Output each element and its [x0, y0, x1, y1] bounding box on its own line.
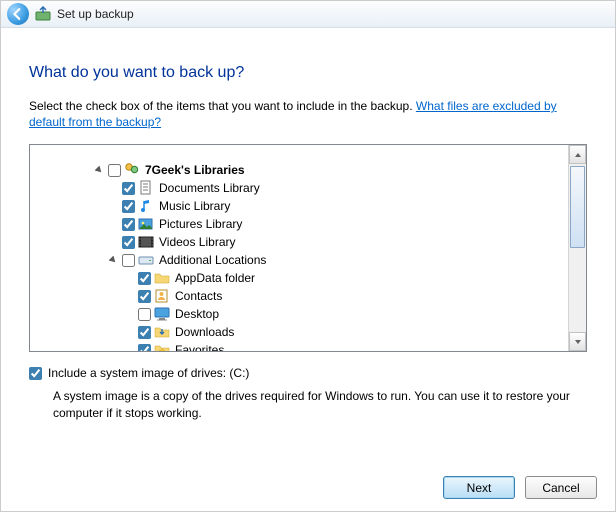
tree-node-documents[interactable]: Documents Library	[94, 179, 568, 197]
tree-label: Additional Locations	[157, 253, 266, 267]
tree-node-additional[interactable]: Additional Locations	[94, 251, 568, 269]
document-icon	[138, 180, 154, 196]
tree-node-music[interactable]: Music Library	[94, 197, 568, 215]
desktop-icon	[154, 306, 170, 322]
scroll-thumb[interactable]	[570, 166, 585, 248]
checkbox-pictures[interactable]	[122, 218, 135, 231]
page-heading: What do you want to back up?	[29, 64, 587, 82]
tree-label: 7Geek's Libraries	[143, 163, 245, 177]
tree-label: Videos Library	[157, 235, 236, 249]
cancel-button[interactable]: Cancel	[525, 476, 597, 499]
tree-label: Desktop	[173, 307, 219, 321]
scroll-down-button[interactable]	[569, 332, 586, 351]
libraries-icon	[124, 162, 140, 178]
pictures-icon	[138, 216, 154, 232]
arrow-left-icon	[12, 8, 24, 20]
tree-label: AppData folder	[173, 271, 255, 285]
tree-node-appdata[interactable]: AppData folder	[94, 269, 568, 287]
tree-label: Downloads	[173, 325, 234, 339]
collapse-icon[interactable]	[94, 166, 105, 175]
backup-app-icon	[35, 6, 51, 22]
music-icon	[138, 198, 154, 214]
tree-label: Documents Library	[157, 181, 260, 195]
checkbox-desktop[interactable]	[138, 308, 151, 321]
intro-text-row: Select the check box of the items that y…	[29, 98, 587, 130]
page-body: What do you want to back up? Select the …	[1, 28, 615, 421]
checkbox-documents[interactable]	[122, 182, 135, 195]
favorites-icon	[154, 342, 170, 351]
tree-label: Music Library	[157, 199, 230, 213]
tree-node-favorites[interactable]: Favorites	[94, 341, 568, 351]
system-image-description: A system image is a copy of the drives r…	[53, 388, 587, 420]
checkbox-additional[interactable]	[122, 254, 135, 267]
drive-icon	[138, 252, 154, 268]
back-button[interactable]	[7, 3, 29, 25]
scroll-up-button[interactable]	[569, 145, 586, 164]
collapse-icon[interactable]	[108, 256, 119, 265]
tree-label: Favorites	[173, 343, 224, 351]
backup-tree: 7Geek's Libraries Documents Library Musi…	[29, 144, 587, 352]
system-image-row: Include a system image of drives: (C:)	[29, 366, 587, 380]
checkbox-videos[interactable]	[122, 236, 135, 249]
checkbox-contacts[interactable]	[138, 290, 151, 303]
titlebar: Set up backup	[1, 1, 615, 28]
tree-label: Contacts	[173, 289, 222, 303]
tree-node-libraries[interactable]: 7Geek's Libraries	[94, 161, 568, 179]
next-button[interactable]: Next	[443, 476, 515, 499]
checkbox-system-image[interactable]	[29, 367, 42, 380]
tree-node-downloads[interactable]: Downloads	[94, 323, 568, 341]
checkbox-music[interactable]	[122, 200, 135, 213]
checkbox-downloads[interactable]	[138, 326, 151, 339]
scroll-track[interactable]	[569, 164, 586, 332]
tree-node-pictures[interactable]: Pictures Library	[94, 215, 568, 233]
scrollbar[interactable]	[568, 145, 586, 351]
system-image-label: Include a system image of drives: (C:)	[48, 366, 249, 380]
downloads-icon	[154, 324, 170, 340]
checkbox-appdata[interactable]	[138, 272, 151, 285]
tree-node-contacts[interactable]: Contacts	[94, 287, 568, 305]
videos-icon	[138, 234, 154, 250]
intro-text: Select the check box of the items that y…	[29, 99, 416, 113]
checkbox-libraries[interactable]	[108, 164, 121, 177]
tree-node-videos[interactable]: Videos Library	[94, 233, 568, 251]
tree-node-desktop[interactable]: Desktop	[94, 305, 568, 323]
contacts-icon	[154, 288, 170, 304]
window-title: Set up backup	[57, 7, 134, 21]
footer-buttons: Next Cancel	[443, 476, 597, 499]
tree-label: Pictures Library	[157, 217, 242, 231]
folder-icon	[154, 270, 170, 286]
checkbox-favorites[interactable]	[138, 344, 151, 352]
